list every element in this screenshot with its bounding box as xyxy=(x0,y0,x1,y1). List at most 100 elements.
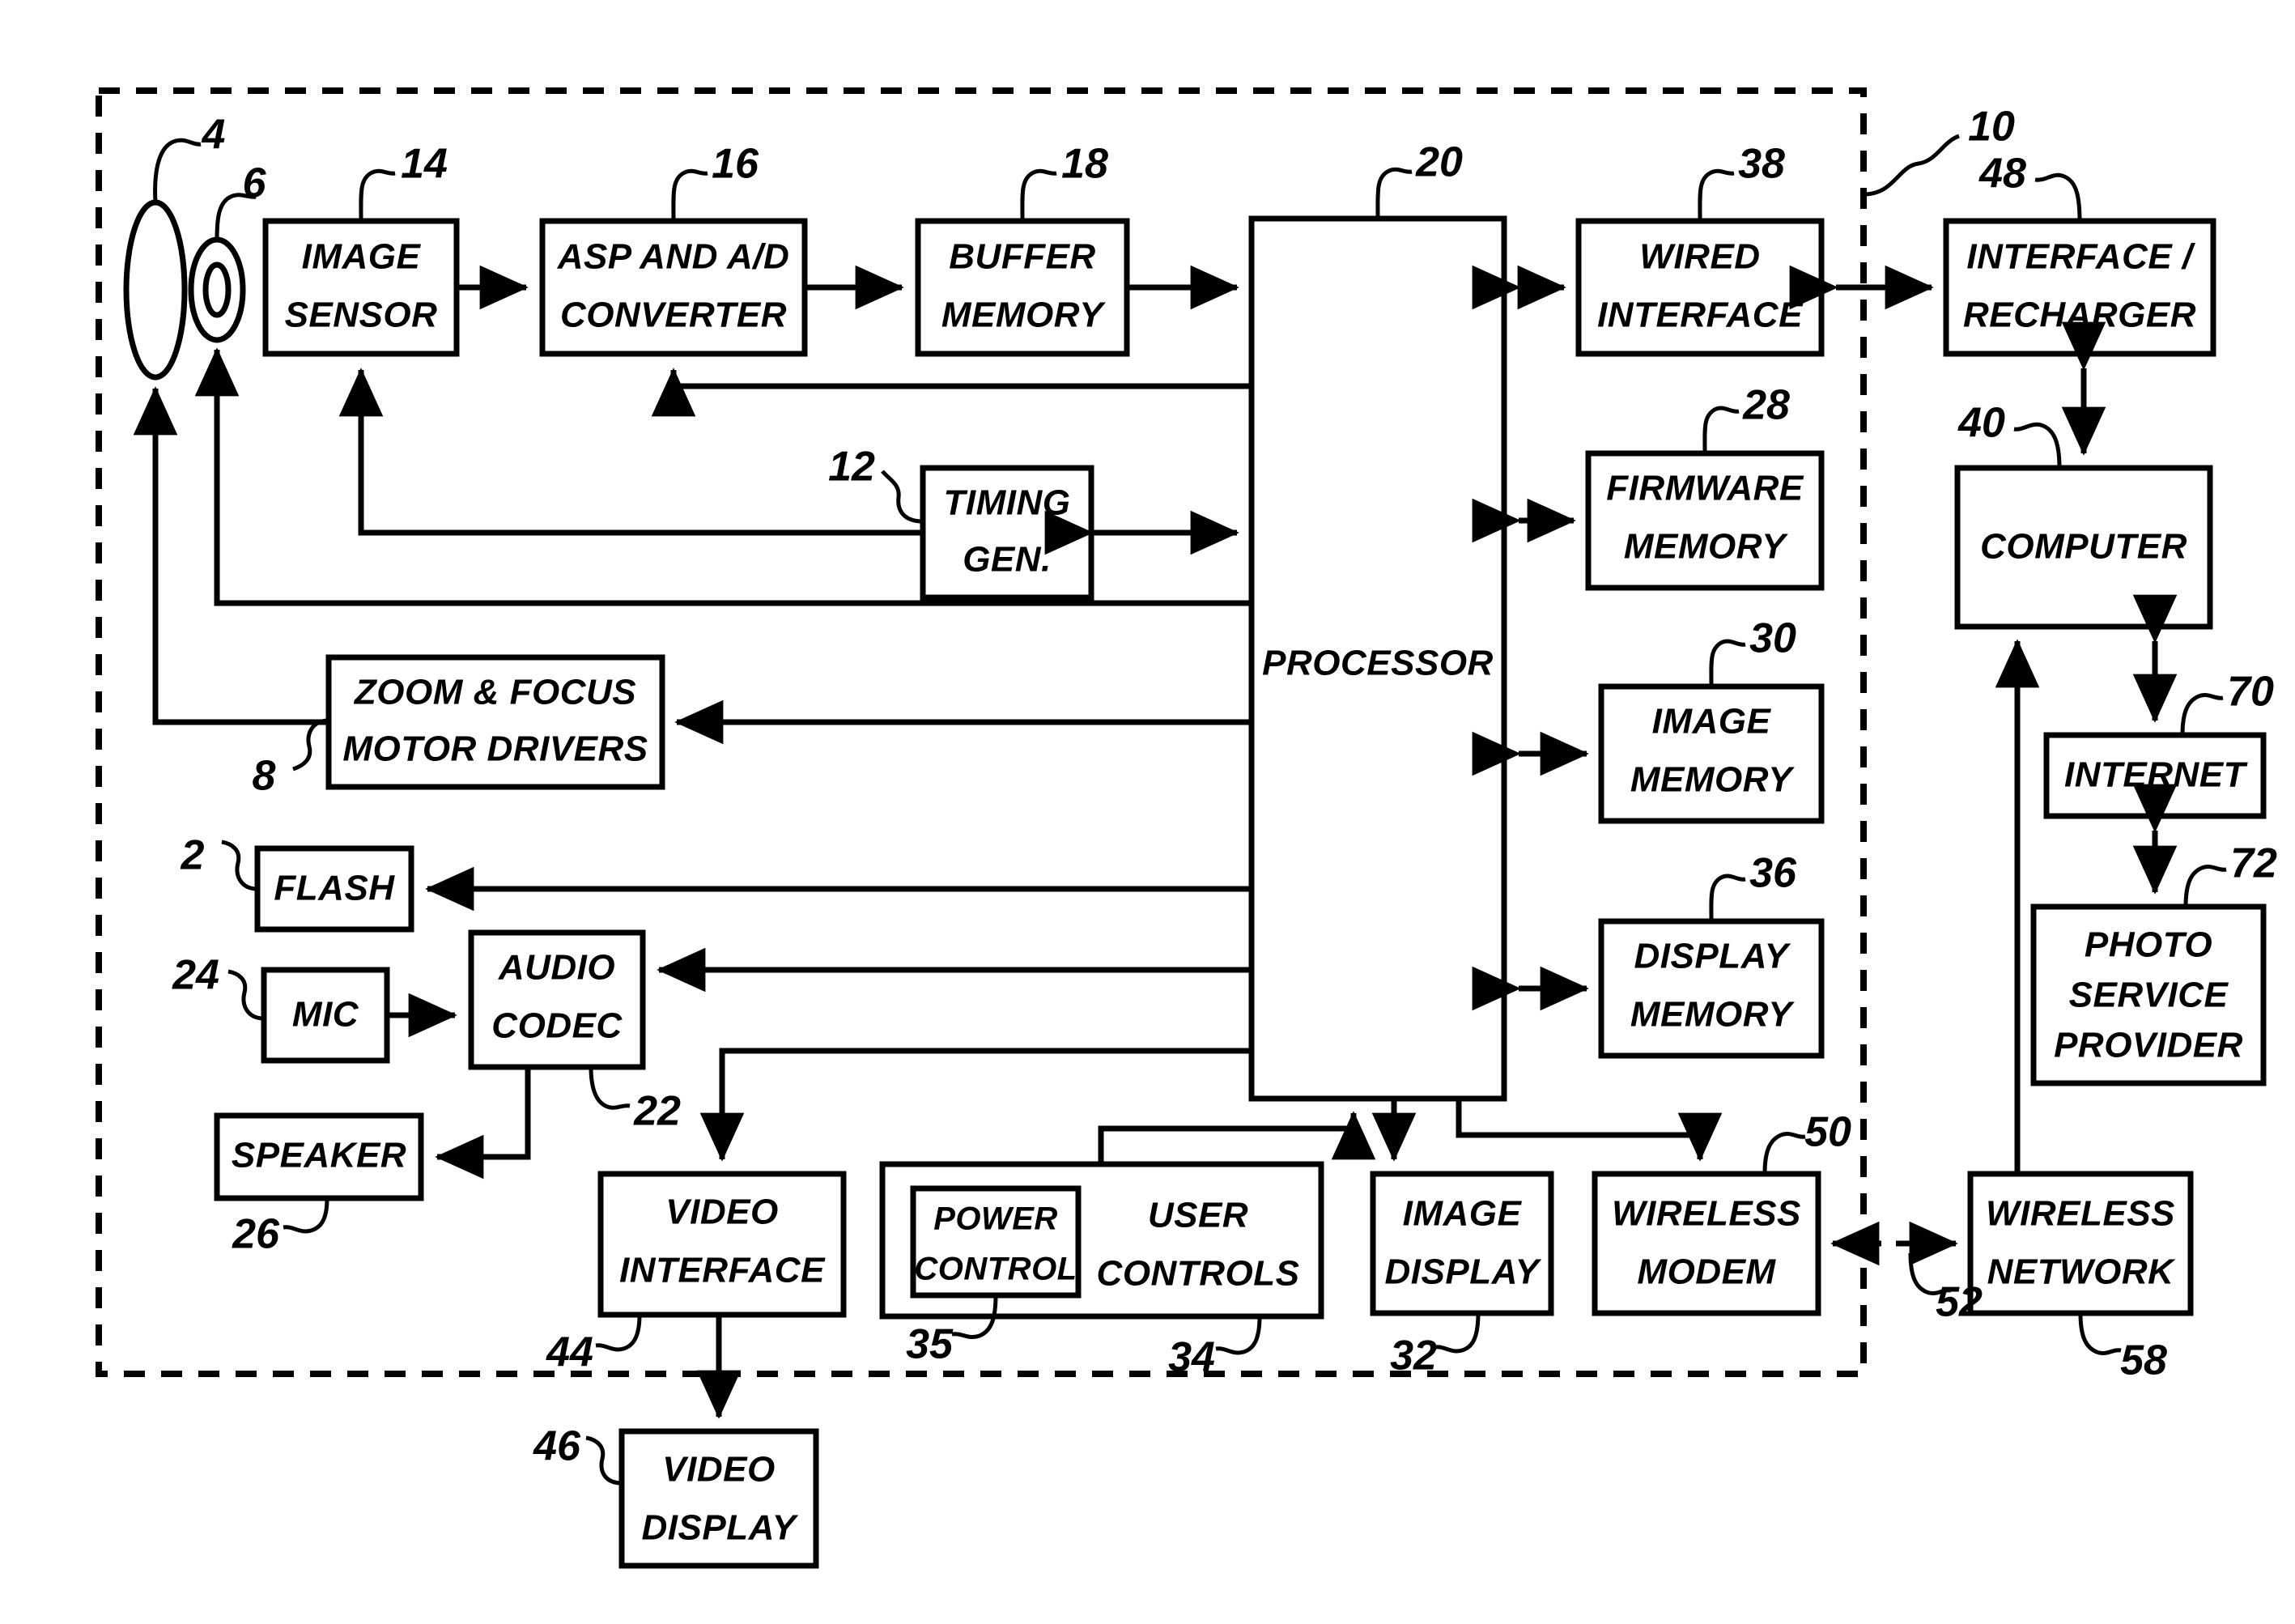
ref-lead-40 xyxy=(2013,422,2062,469)
label-image-sensor-line2: SENSOR xyxy=(285,295,438,335)
wire-processor-bus-to-asp xyxy=(670,370,1252,389)
ref-lead-8 xyxy=(292,718,329,772)
ref-lead-14 xyxy=(359,168,396,222)
ref-number-38: 38 xyxy=(1738,141,1785,188)
label-user-controls-line2: CONTROLS xyxy=(1097,1254,1300,1294)
label-timing-gen-line1: TIMING xyxy=(944,483,1071,523)
ref-number-36: 36 xyxy=(1749,850,1797,897)
label-computer: COMPUTER xyxy=(1980,527,2187,567)
label-photo-service-line3: PROVIDER xyxy=(2054,1026,2243,1065)
ref-lead-32 xyxy=(1434,1312,1481,1354)
ref-number-4: 4 xyxy=(202,112,226,159)
ref-number-58: 58 xyxy=(2120,1337,2167,1384)
ref-number-52: 52 xyxy=(1936,1279,1983,1326)
label-wired-interface-line1: WIRED xyxy=(1639,237,1760,277)
label-zoom-focus-line2: MOTOR DRIVERS xyxy=(342,729,648,769)
label-wireless-modem-line1: WIRELESS xyxy=(1612,1194,1801,1234)
label-display-memory-line2: MEMORY xyxy=(1630,995,1795,1035)
ref-number-10: 10 xyxy=(1968,104,2015,151)
label-image-display-line1: IMAGE xyxy=(1403,1194,1523,1234)
label-photo-service-line2: SERVICE xyxy=(2069,976,2229,1015)
wire-motor-drivers-to-lens xyxy=(133,386,329,725)
ref-lead-12 xyxy=(881,470,924,524)
label-mic: MIC xyxy=(292,995,359,1035)
ref-lead-36 xyxy=(1709,874,1746,922)
ref-lead-58 xyxy=(2078,1312,2122,1356)
patent-figure-canvas: IMAGE SENSOR ASP AND A/D CONVERTER BUFFE… xyxy=(0,0,2295,1624)
label-power-control-line1: POWER xyxy=(933,1201,1058,1237)
label-buffer-memory-line2: MEMORY xyxy=(941,295,1106,335)
ref-number-12: 12 xyxy=(828,444,875,491)
wire-audio-codec-to-speaker xyxy=(435,1067,531,1180)
ref-number-20: 20 xyxy=(1415,139,1463,186)
ref-lead-20 xyxy=(1375,167,1413,219)
label-interface-recharger-line2: RECHARGER xyxy=(1963,295,2196,335)
wire-processor-to-wireless-modem xyxy=(1456,1099,1723,1162)
ref-number-50: 50 xyxy=(1804,1109,1851,1156)
label-wireless-modem-line2: MODEM xyxy=(1637,1252,1776,1292)
ref-lead-18 xyxy=(1020,168,1057,222)
label-buffer-memory-line1: BUFFER xyxy=(949,237,1095,277)
ref-lead-26 xyxy=(283,1197,329,1234)
label-image-memory-line1: IMAGE xyxy=(1652,702,1772,742)
ref-number-8: 8 xyxy=(253,753,276,800)
ref-lead-28 xyxy=(1702,406,1740,454)
focus-lens-aperture xyxy=(202,261,232,318)
label-wireless-network-line2: NETWORK xyxy=(1987,1252,2177,1292)
label-wired-interface-line2: INTERFACE xyxy=(1597,295,1804,335)
ref-number-6: 6 xyxy=(243,160,267,207)
ref-number-14: 14 xyxy=(401,141,448,188)
label-zoom-focus-line1: ZOOM & FOCUS xyxy=(353,673,636,712)
ref-lead-34 xyxy=(1215,1316,1262,1355)
ref-number-35: 35 xyxy=(906,1321,954,1368)
label-internet: INTERNET xyxy=(2064,755,2248,795)
ref-number-70: 70 xyxy=(2227,669,2274,716)
label-video-interface-line2: INTERFACE xyxy=(619,1251,826,1290)
wire-processor-to-video-interface xyxy=(699,1048,1252,1162)
ref-lead-50 xyxy=(1762,1131,1806,1175)
ref-lead-2 xyxy=(221,840,258,891)
ref-number-24: 24 xyxy=(172,952,219,999)
ref-number-46: 46 xyxy=(533,1423,581,1470)
ref-lead-10 xyxy=(1863,134,1960,197)
camera-system-block-diagram: IMAGE SENSOR ASP AND A/D CONVERTER BUFFE… xyxy=(96,87,2277,1569)
label-display-memory-line1: DISPLAY xyxy=(1634,937,1791,976)
ref-number-2: 2 xyxy=(181,832,205,879)
ref-lead-72 xyxy=(2183,864,2227,908)
label-audio-codec-line2: CODEC xyxy=(491,1006,623,1046)
label-flash: FLASH xyxy=(274,869,395,908)
ref-number-34: 34 xyxy=(1168,1334,1215,1381)
ref-lead-22 xyxy=(589,1066,631,1110)
zoom-lens-element xyxy=(123,199,188,380)
wire-user-controls-to-processor xyxy=(1098,1111,1376,1164)
ref-lead-44 xyxy=(595,1314,642,1352)
label-power-control-line2: CONTROL xyxy=(914,1252,1077,1287)
ref-lead-4 xyxy=(153,138,202,203)
label-speaker: SPEAKER xyxy=(232,1136,406,1175)
ref-number-32: 32 xyxy=(1390,1333,1437,1380)
ref-number-28: 28 xyxy=(1742,382,1790,429)
ref-number-44: 44 xyxy=(546,1329,593,1376)
ref-number-16: 16 xyxy=(712,141,759,188)
label-video-interface-line1: VIDEO xyxy=(665,1192,778,1232)
ref-lead-30 xyxy=(1709,639,1746,687)
ref-number-48: 48 xyxy=(1978,151,2026,198)
label-asp-line1: ASP AND A/D xyxy=(557,237,790,277)
label-image-sensor-line1: IMAGE xyxy=(302,237,422,277)
ref-lead-16 xyxy=(671,168,708,222)
ref-lead-46 xyxy=(585,1435,623,1486)
label-audio-codec-line1: AUDIO xyxy=(498,948,615,988)
label-image-memory-line2: MEMORY xyxy=(1630,760,1795,800)
ref-number-72: 72 xyxy=(2230,840,2277,887)
label-video-display-line2: DISPLAY xyxy=(642,1508,799,1548)
label-firmware-memory-line1: FIRMWARE xyxy=(1606,469,1804,508)
ref-number-26: 26 xyxy=(232,1211,280,1258)
ref-number-30: 30 xyxy=(1749,615,1796,662)
ref-lead-48 xyxy=(2034,172,2082,222)
ref-number-22: 22 xyxy=(633,1088,681,1135)
ref-lead-70 xyxy=(2180,692,2224,736)
label-user-controls-line1: USER xyxy=(1148,1196,1248,1235)
label-wireless-network-line1: WIRELESS xyxy=(1986,1194,2175,1234)
label-photo-service-line1: PHOTO xyxy=(2085,925,2212,965)
label-interface-recharger-line1: INTERFACE / xyxy=(1966,237,2196,277)
